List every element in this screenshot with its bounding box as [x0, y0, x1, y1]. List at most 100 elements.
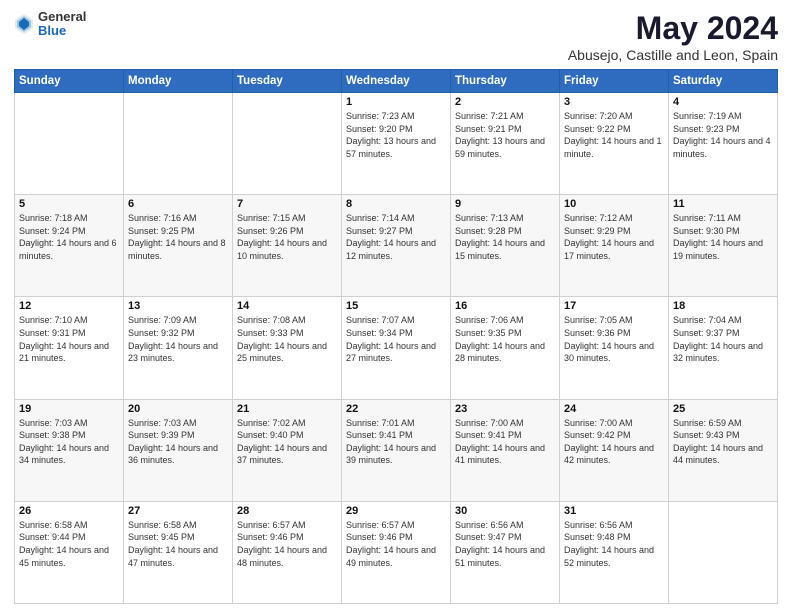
day-number: 17 [564, 300, 664, 312]
calendar-cell: 19Sunrise: 7:03 AM Sunset: 9:38 PM Dayli… [15, 399, 124, 501]
calendar-cell: 25Sunrise: 6:59 AM Sunset: 9:43 PM Dayli… [669, 399, 778, 501]
day-number: 11 [673, 198, 773, 210]
calendar-header-row: SundayMondayTuesdayWednesdayThursdayFrid… [15, 70, 778, 93]
calendar-cell [124, 93, 233, 195]
calendar-week-row: 12 Sunrise: 7:10 AM Sunset: 9:31 PM Dayli… [15, 297, 778, 399]
calendar-cell [233, 93, 342, 195]
calendar-week-row: 19Sunrise: 7:03 AM Sunset: 9:38 PM Dayli… [15, 399, 778, 501]
calendar-cell: 10Sunrise: 7:12 AM Sunset: 9:29 PM Dayli… [560, 195, 669, 297]
day-number: 7 [237, 198, 337, 210]
calendar-cell: 14 Sunrise: 7:08 AM Sunset: 9:33 PM Dayli… [233, 297, 342, 399]
logo-icon [14, 13, 34, 35]
calendar-week-row: 5 Sunrise: 7:18 AM Sunset: 9:24 PM Daylig… [15, 195, 778, 297]
calendar-cell: 23 Sunrise: 7:00 AM Sunset: 9:41 PM Dayli… [451, 399, 560, 501]
calendar-table: SundayMondayTuesdayWednesdayThursdayFrid… [14, 69, 778, 604]
day-detail: Sunrise: 7:23 AM Sunset: 9:20 PM Dayligh… [346, 110, 446, 160]
day-number: 31 [564, 505, 664, 517]
day-number: 27 [128, 505, 228, 517]
day-number: 8 [346, 198, 446, 210]
calendar-week-row: 26 Sunrise: 6:58 AM Sunset: 9:44 PM Dayli… [15, 501, 778, 603]
calendar-cell: 31Sunrise: 6:56 AM Sunset: 9:48 PM Dayli… [560, 501, 669, 603]
calendar-cell: 9 Sunrise: 7:13 AM Sunset: 9:28 PM Daylig… [451, 195, 560, 297]
day-detail: Sunrise: 7:14 AM Sunset: 9:27 PM Dayligh… [346, 212, 446, 262]
day-detail: Sunrise: 7:18 AM Sunset: 9:24 PM Dayligh… [19, 212, 119, 262]
day-detail: Sunrise: 6:56 AM Sunset: 9:47 PM Dayligh… [455, 519, 555, 569]
day-detail: Sunrise: 7:13 AM Sunset: 9:28 PM Dayligh… [455, 212, 555, 262]
day-number: 4 [673, 96, 773, 108]
calendar-cell: 17 Sunrise: 7:05 AM Sunset: 9:36 PM Dayli… [560, 297, 669, 399]
title-section: May 2024 Abusejo, Castille and Leon, Spa… [568, 10, 778, 63]
logo-text: General Blue [38, 10, 86, 39]
weekday-header: Monday [124, 70, 233, 93]
day-detail: Sunrise: 6:57 AM Sunset: 9:46 PM Dayligh… [346, 519, 446, 569]
calendar-cell: 8 Sunrise: 7:14 AM Sunset: 9:27 PM Daylig… [342, 195, 451, 297]
calendar-cell: 20 Sunrise: 7:03 AM Sunset: 9:39 PM Dayli… [124, 399, 233, 501]
day-number: 3 [564, 96, 664, 108]
day-number: 14 [237, 300, 337, 312]
day-number: 6 [128, 198, 228, 210]
day-number: 24 [564, 403, 664, 415]
day-detail: Sunrise: 7:03 AM Sunset: 9:39 PM Dayligh… [128, 417, 228, 467]
day-detail: Sunrise: 7:06 AM Sunset: 9:35 PM Dayligh… [455, 314, 555, 364]
day-number: 26 [19, 505, 119, 517]
day-number: 20 [128, 403, 228, 415]
calendar-cell: 26 Sunrise: 6:58 AM Sunset: 9:44 PM Dayli… [15, 501, 124, 603]
calendar-cell: 1 Sunrise: 7:23 AM Sunset: 9:20 PM Daylig… [342, 93, 451, 195]
logo-blue: Blue [38, 24, 86, 38]
day-detail: Sunrise: 7:08 AM Sunset: 9:33 PM Dayligh… [237, 314, 337, 364]
day-detail: Sunrise: 7:21 AM Sunset: 9:21 PM Dayligh… [455, 110, 555, 160]
calendar-cell: 6 Sunrise: 7:16 AM Sunset: 9:25 PM Daylig… [124, 195, 233, 297]
day-detail: Sunrise: 7:15 AM Sunset: 9:26 PM Dayligh… [237, 212, 337, 262]
day-detail: Sunrise: 7:00 AM Sunset: 9:41 PM Dayligh… [455, 417, 555, 467]
page: General Blue May 2024 Abusejo, Castille … [0, 0, 792, 612]
day-detail: Sunrise: 7:10 AM Sunset: 9:31 PM Dayligh… [19, 314, 119, 364]
day-detail: Sunrise: 6:57 AM Sunset: 9:46 PM Dayligh… [237, 519, 337, 569]
subtitle: Abusejo, Castille and Leon, Spain [568, 47, 778, 63]
weekday-header: Tuesday [233, 70, 342, 93]
day-detail: Sunrise: 6:58 AM Sunset: 9:45 PM Dayligh… [128, 519, 228, 569]
day-number: 1 [346, 96, 446, 108]
calendar-cell: 18Sunrise: 7:04 AM Sunset: 9:37 PM Dayli… [669, 297, 778, 399]
day-detail: Sunrise: 7:07 AM Sunset: 9:34 PM Dayligh… [346, 314, 446, 364]
day-detail: Sunrise: 7:20 AM Sunset: 9:22 PM Dayligh… [564, 110, 664, 160]
calendar-cell: 27 Sunrise: 6:58 AM Sunset: 9:45 PM Dayli… [124, 501, 233, 603]
weekday-header: Saturday [669, 70, 778, 93]
day-number: 9 [455, 198, 555, 210]
day-number: 21 [237, 403, 337, 415]
calendar-cell: 7 Sunrise: 7:15 AM Sunset: 9:26 PM Daylig… [233, 195, 342, 297]
calendar-cell: 11Sunrise: 7:11 AM Sunset: 9:30 PM Dayli… [669, 195, 778, 297]
day-number: 13 [128, 300, 228, 312]
logo-general: General [38, 10, 86, 24]
day-number: 19 [19, 403, 119, 415]
day-detail: Sunrise: 7:16 AM Sunset: 9:25 PM Dayligh… [128, 212, 228, 262]
day-detail: Sunrise: 6:58 AM Sunset: 9:44 PM Dayligh… [19, 519, 119, 569]
day-number: 15 [346, 300, 446, 312]
calendar-cell: 29Sunrise: 6:57 AM Sunset: 9:46 PM Dayli… [342, 501, 451, 603]
calendar-cell: 28 Sunrise: 6:57 AM Sunset: 9:46 PM Dayli… [233, 501, 342, 603]
calendar-cell: 13 Sunrise: 7:09 AM Sunset: 9:32 PM Dayli… [124, 297, 233, 399]
day-number: 12 [19, 300, 119, 312]
day-detail: Sunrise: 7:19 AM Sunset: 9:23 PM Dayligh… [673, 110, 773, 160]
day-number: 23 [455, 403, 555, 415]
day-number: 22 [346, 403, 446, 415]
calendar-cell: 30Sunrise: 6:56 AM Sunset: 9:47 PM Dayli… [451, 501, 560, 603]
calendar-cell: 5 Sunrise: 7:18 AM Sunset: 9:24 PM Daylig… [15, 195, 124, 297]
day-number: 16 [455, 300, 555, 312]
day-detail: Sunrise: 7:04 AM Sunset: 9:37 PM Dayligh… [673, 314, 773, 364]
day-number: 5 [19, 198, 119, 210]
day-number: 2 [455, 96, 555, 108]
day-detail: Sunrise: 7:09 AM Sunset: 9:32 PM Dayligh… [128, 314, 228, 364]
calendar-cell: 16 Sunrise: 7:06 AM Sunset: 9:35 PM Dayli… [451, 297, 560, 399]
calendar-cell: 2 Sunrise: 7:21 AM Sunset: 9:21 PM Daylig… [451, 93, 560, 195]
day-number: 28 [237, 505, 337, 517]
day-number: 25 [673, 403, 773, 415]
day-detail: Sunrise: 7:05 AM Sunset: 9:36 PM Dayligh… [564, 314, 664, 364]
calendar-cell: 22 Sunrise: 7:01 AM Sunset: 9:41 PM Dayli… [342, 399, 451, 501]
calendar-cell: 12 Sunrise: 7:10 AM Sunset: 9:31 PM Dayli… [15, 297, 124, 399]
day-detail: Sunrise: 7:01 AM Sunset: 9:41 PM Dayligh… [346, 417, 446, 467]
logo: General Blue [14, 10, 86, 39]
calendar-cell [669, 501, 778, 603]
calendar-cell: 15 Sunrise: 7:07 AM Sunset: 9:34 PM Dayli… [342, 297, 451, 399]
calendar-week-row: 1 Sunrise: 7:23 AM Sunset: 9:20 PM Daylig… [15, 93, 778, 195]
calendar-cell: 24Sunrise: 7:00 AM Sunset: 9:42 PM Dayli… [560, 399, 669, 501]
